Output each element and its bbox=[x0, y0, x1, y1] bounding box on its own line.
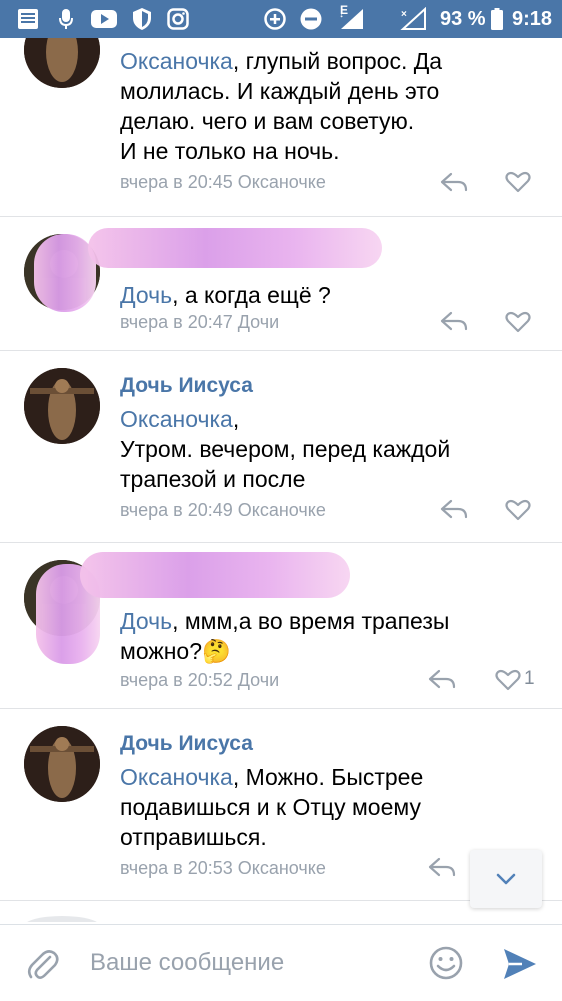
mention-link[interactable]: Оксаночка bbox=[120, 764, 233, 790]
reply-icon[interactable] bbox=[440, 498, 468, 520]
status-bar: ↓ E × 93 % 9:18 bbox=[0, 0, 562, 38]
send-icon[interactable] bbox=[502, 947, 538, 981]
comment-text: Дочь, ммм,а во время трапезы можно?🤔 bbox=[120, 606, 520, 666]
comment-line: , bbox=[232, 406, 240, 432]
comment-line: подавишься и к Отцу моему bbox=[120, 794, 421, 820]
redaction-scribble bbox=[88, 228, 382, 268]
comment-item: Оксаночка, глупый вопрос. Да молилась. И… bbox=[0, 38, 562, 217]
comment-line: , ммм,а во время трапезы bbox=[172, 608, 450, 634]
comment-line: И не только на ночь. bbox=[120, 138, 340, 164]
heart-icon[interactable] bbox=[494, 668, 522, 692]
comment-line: отправишься. bbox=[120, 824, 267, 850]
avatar bbox=[24, 916, 100, 922]
redaction-scribble bbox=[80, 552, 350, 598]
comment-item: Дочь, ммм,а во время трапезы можно?🤔 вче… bbox=[0, 542, 562, 709]
chevron-down-icon bbox=[496, 873, 516, 885]
redaction-scribble bbox=[34, 234, 96, 312]
shield-icon bbox=[130, 7, 154, 31]
message-input-bar: Ваше сообщение bbox=[0, 924, 562, 1001]
comment-item: Дочь Иисуса Оксаночка, Утром. вечером, п… bbox=[0, 350, 562, 543]
news-icon bbox=[16, 7, 40, 31]
svg-text:×: × bbox=[401, 9, 407, 20]
comment-line: Утром. вечером, перед каждой bbox=[120, 436, 451, 462]
comment-line: , глупый вопрос. Да bbox=[232, 48, 443, 74]
avatar[interactable] bbox=[24, 38, 100, 88]
comment-line: молилась. И каждый день это bbox=[120, 78, 440, 104]
comment-line: , Можно. Быстрее bbox=[232, 764, 424, 790]
heart-icon[interactable] bbox=[504, 310, 532, 334]
mic-icon bbox=[56, 7, 76, 31]
avatar[interactable] bbox=[24, 726, 100, 802]
reply-icon[interactable] bbox=[428, 668, 456, 690]
comments-feed[interactable]: Оксаночка, глупый вопрос. Да молилась. И… bbox=[0, 38, 562, 922]
mention-link[interactable]: Дочь bbox=[120, 282, 172, 308]
comment-text: Оксаночка, Утром. вечером, перед каждой … bbox=[120, 404, 520, 494]
youtube-icon bbox=[90, 7, 118, 31]
clock-time: 9:18 bbox=[512, 8, 553, 30]
instagram-icon bbox=[166, 7, 190, 31]
signal-no-data-icon: × bbox=[398, 7, 428, 31]
heart-icon[interactable] bbox=[504, 498, 532, 522]
reply-icon[interactable] bbox=[440, 310, 468, 332]
avatar[interactable] bbox=[24, 368, 100, 444]
message-input[interactable]: Ваше сообщение bbox=[90, 949, 284, 977]
comment-meta: вчера в 20:49 Оксаночке bbox=[120, 500, 326, 520]
comment-text: Оксаночка, Можно. Быстрее подавишься и к… bbox=[120, 762, 520, 852]
battery-percent: 93 % bbox=[440, 8, 486, 30]
comment-meta: вчера в 20:45 Оксаночке bbox=[120, 172, 326, 192]
comment-line: делаю. чего и вам советую. bbox=[120, 108, 415, 134]
comment-author[interactable]: Дочь Иисуса bbox=[120, 374, 253, 398]
mention-link[interactable]: Оксаночка bbox=[120, 406, 233, 432]
comment-text: Дочь, а когда ещё ? bbox=[120, 280, 520, 310]
comment-meta: вчера в 20:53 Оксаночке bbox=[120, 858, 326, 878]
mention-link[interactable]: Оксаночка bbox=[120, 48, 233, 74]
mention-link[interactable]: Дочь bbox=[120, 608, 172, 634]
reply-icon[interactable] bbox=[428, 856, 456, 878]
data-saver-icon bbox=[262, 7, 288, 31]
scroll-down-button[interactable] bbox=[470, 850, 542, 908]
network-type-label: E bbox=[340, 3, 349, 17]
emoji-icon[interactable] bbox=[428, 945, 464, 981]
comment-line: можно?🤔 bbox=[120, 638, 231, 664]
comment-line: трапезой и после bbox=[120, 466, 306, 492]
reply-icon[interactable] bbox=[440, 171, 468, 193]
comment-meta: вчера в 20:52 Дочи bbox=[120, 670, 280, 690]
attach-icon[interactable] bbox=[26, 947, 60, 983]
heart-icon[interactable] bbox=[504, 170, 532, 194]
like-count: 1 bbox=[524, 668, 535, 689]
do-not-disturb-icon bbox=[298, 7, 324, 31]
comment-text: Оксаночка, глупый вопрос. Да молилась. И… bbox=[120, 46, 520, 166]
comment-author[interactable]: Дочь Иисуса bbox=[120, 732, 253, 756]
battery-icon bbox=[490, 7, 504, 31]
comment-item: Дочь, а когда ещё ? вчера в 20:47 Дочи bbox=[0, 216, 562, 351]
comment-meta: вчера в 20:47 Дочи bbox=[120, 312, 280, 332]
comment-line: , а когда ещё ? bbox=[172, 282, 331, 308]
